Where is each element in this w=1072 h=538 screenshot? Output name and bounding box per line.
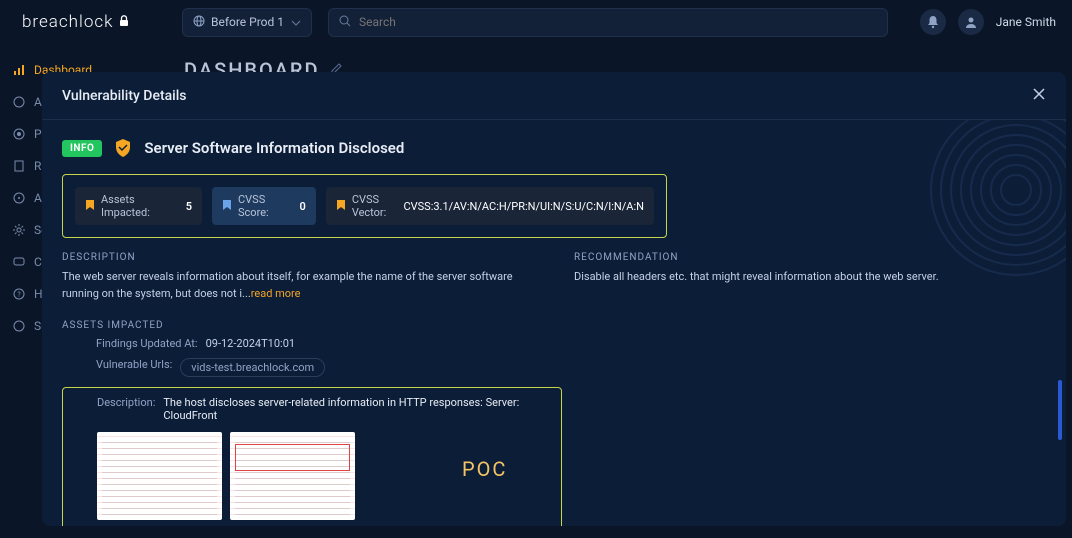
close-button[interactable] bbox=[1032, 86, 1046, 105]
poc-screenshot-1[interactable] bbox=[97, 432, 222, 520]
environment-selector[interactable]: Before Prod 1 bbox=[182, 8, 312, 37]
assets-impacted-section: ASSETS IMPACTED Findings Updated At: 09-… bbox=[62, 320, 1046, 377]
vulnerability-details-modal: Vulnerability Details INFO Server Softwa… bbox=[42, 72, 1066, 526]
chart-icon bbox=[12, 63, 26, 77]
brand-text: breachlock bbox=[22, 12, 129, 33]
recommendation-heading: RECOMMENDATION bbox=[574, 252, 1046, 263]
avatar[interactable] bbox=[958, 9, 984, 35]
modal-body: INFO Server Software Information Disclos… bbox=[42, 120, 1066, 526]
poc-label: POC bbox=[462, 457, 507, 481]
support-icon bbox=[12, 319, 26, 333]
recommendation-section: RECOMMENDATION Disable all headers etc. … bbox=[574, 252, 1046, 302]
vulnerable-urls-row: Vulnerable Urls: vids-test.breachlock.co… bbox=[62, 358, 1046, 377]
bookmark-icon bbox=[336, 199, 346, 214]
vulnerability-title: Server Software Information Disclosed bbox=[144, 139, 404, 157]
poc-container: Description: The host discloses server-r… bbox=[62, 387, 1046, 526]
environment-label: Before Prod 1 bbox=[211, 15, 284, 29]
bookmark-icon bbox=[222, 199, 232, 214]
top-header: breachlock Before Prod 1 Jane Smith bbox=[0, 0, 1072, 44]
gear-icon bbox=[12, 223, 26, 237]
brand-logo: breachlock bbox=[16, 12, 166, 33]
help-icon: ? bbox=[12, 287, 26, 301]
scrollbar-thumb[interactable] bbox=[1058, 380, 1062, 440]
metrics-highlight: Assets Impacted: 5 CVSS Score: 0 CVSS Ve… bbox=[62, 174, 667, 238]
search-input[interactable] bbox=[359, 15, 877, 29]
header-right: Jane Smith bbox=[920, 9, 1056, 35]
cvss-score-chip: CVSS Score: 0 bbox=[212, 187, 316, 225]
poc-screenshot-2[interactable] bbox=[230, 432, 355, 520]
globe-icon bbox=[193, 15, 205, 30]
scrollbar[interactable] bbox=[1058, 260, 1062, 506]
description-text: The web server reveals information about… bbox=[62, 269, 534, 302]
read-more-link[interactable]: read more bbox=[251, 287, 301, 300]
severity-badge: INFO bbox=[62, 140, 102, 157]
doc-icon bbox=[12, 159, 26, 173]
description-recommendation-row: DESCRIPTION The web server reveals infor… bbox=[62, 252, 1046, 302]
modal-header: Vulnerability Details bbox=[42, 72, 1066, 120]
findings-updated-row: Findings Updated At: 09-12-2024T10:01 bbox=[62, 337, 1046, 350]
recommendation-text: Disable all headers etc. that might reve… bbox=[574, 269, 1046, 286]
chevron-down-icon bbox=[291, 15, 301, 29]
shield-icon bbox=[114, 138, 132, 158]
lock-icon bbox=[119, 12, 129, 32]
chat-icon bbox=[12, 255, 26, 269]
wheel-icon bbox=[12, 191, 26, 205]
cvss-vector-chip: CVSS Vector: CVSS:3.1/AV:N/AC:H/PR:N/UI:… bbox=[326, 187, 654, 225]
assets-heading: ASSETS IMPACTED bbox=[62, 320, 1046, 331]
url-pill[interactable]: vids-test.breachlock.com bbox=[180, 358, 325, 377]
username: Jane Smith bbox=[996, 15, 1056, 29]
svg-text:?: ? bbox=[17, 291, 21, 299]
description-heading: DESCRIPTION bbox=[62, 252, 534, 263]
assets-impacted-chip: Assets Impacted: 5 bbox=[75, 187, 202, 225]
description-section: DESCRIPTION The web server reveals infor… bbox=[62, 252, 534, 302]
circle-icon bbox=[12, 95, 26, 109]
notifications-button[interactable] bbox=[920, 9, 946, 35]
search-icon bbox=[339, 15, 351, 30]
search-box[interactable] bbox=[328, 8, 888, 37]
vulnerability-title-row: INFO Server Software Information Disclos… bbox=[62, 138, 1046, 158]
modal-title: Vulnerability Details bbox=[62, 88, 187, 104]
poc-description-row: Description: The host discloses server-r… bbox=[75, 396, 549, 422]
bookmark-icon bbox=[85, 199, 95, 214]
target-icon bbox=[12, 127, 26, 141]
